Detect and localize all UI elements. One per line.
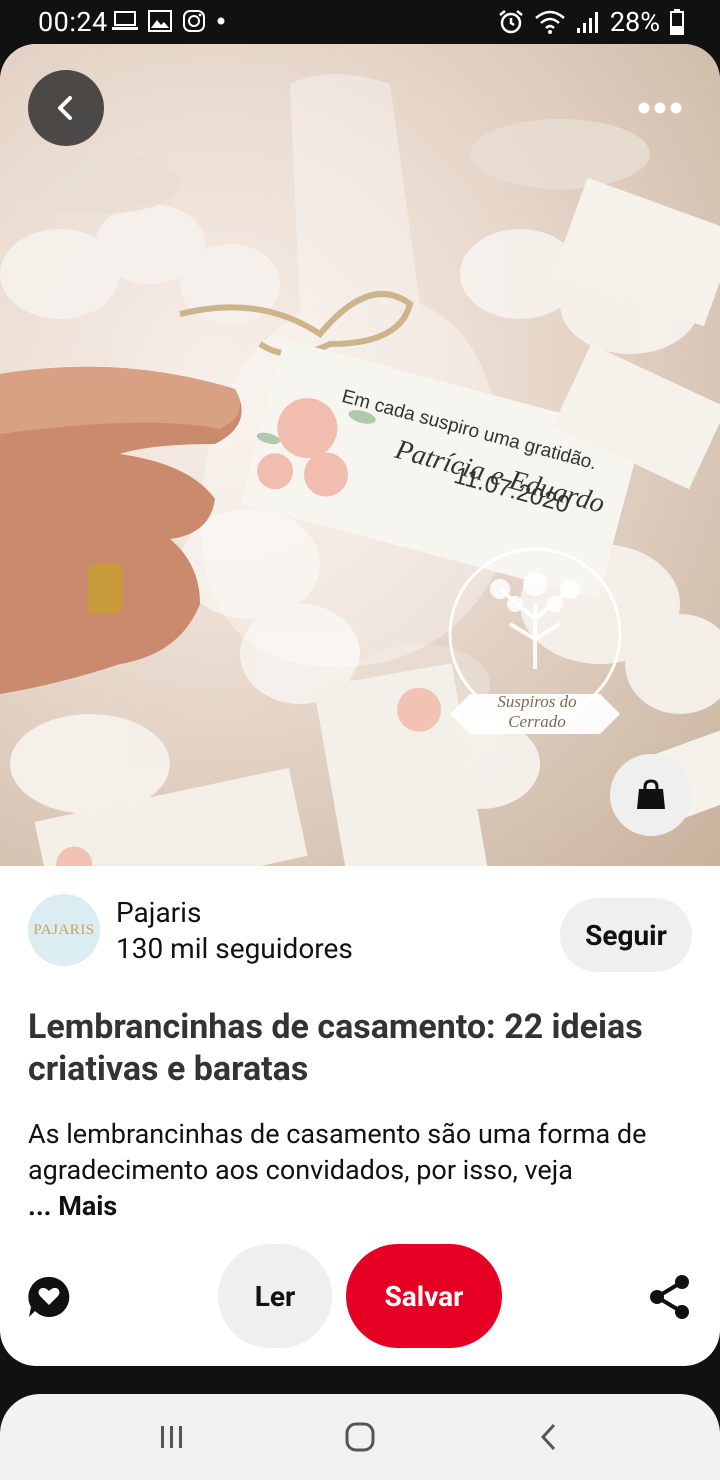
recent-apps-button[interactable] xyxy=(152,1420,192,1454)
share-icon xyxy=(650,1275,689,1319)
pin-description-text: As lembrancinhas de casamento são uma fo… xyxy=(28,1118,647,1186)
chevron-left-icon xyxy=(58,96,72,120)
battery-percent: 28% xyxy=(609,6,660,38)
laptop-icon xyxy=(112,11,138,30)
author-row: PAJARIS Pajaris 130 mil seguidores Segui… xyxy=(28,894,692,974)
signal-icon xyxy=(576,12,598,33)
save-button[interactable]: Salvar xyxy=(346,1244,502,1348)
status-time: 00:24 xyxy=(38,6,108,38)
status-right-icons: 28% xyxy=(498,6,684,38)
system-navigation-bar xyxy=(0,1394,720,1480)
more-dots-icon xyxy=(638,102,682,114)
share-button[interactable] xyxy=(648,1274,692,1320)
pin-image[interactable]: Em cada suspiro uma gratidão. Patrícia e… xyxy=(0,44,720,866)
image-icon xyxy=(148,10,172,32)
status-bar: 00:24 28% xyxy=(0,0,720,44)
shop-button[interactable] xyxy=(610,754,692,836)
comment-heart-icon xyxy=(28,1276,70,1317)
back-arrow-icon xyxy=(540,1423,556,1451)
battery-icon xyxy=(670,9,684,35)
author-name[interactable]: Pajaris xyxy=(116,896,201,929)
action-bar: Ler Salvar xyxy=(0,1242,720,1352)
more-link[interactable]: ... Mais xyxy=(28,1190,117,1222)
recent-apps-icon xyxy=(161,1426,182,1448)
alarm-icon xyxy=(499,10,523,34)
pin-image-art xyxy=(0,74,720,866)
system-back-button[interactable] xyxy=(528,1420,568,1454)
back-button[interactable] xyxy=(28,70,104,146)
dot-icon xyxy=(217,17,225,25)
instagram-icon xyxy=(183,10,205,32)
status-left-icons xyxy=(112,9,226,33)
home-button[interactable] xyxy=(340,1420,380,1454)
pin-description: As lembrancinhas de casamento são uma fo… xyxy=(28,1116,700,1224)
author-followers: 130 mil seguidores xyxy=(116,932,353,965)
follow-button[interactable]: Seguir xyxy=(560,898,692,972)
avatar[interactable]: PAJARIS xyxy=(28,894,100,966)
read-button[interactable]: Ler xyxy=(218,1244,332,1348)
comment-button[interactable] xyxy=(26,1274,72,1320)
pin-card: Em cada suspiro uma gratidão. Patrícia e… xyxy=(0,44,720,1366)
watermark-text: Suspiros do Cerrado xyxy=(497,692,577,731)
shopping-bag-icon xyxy=(637,779,665,809)
wifi-icon xyxy=(535,10,565,34)
home-icon xyxy=(345,1422,375,1452)
pin-title: Lembrancinhas de casamento: 22 ideias cr… xyxy=(28,1007,643,1089)
more-options-button[interactable] xyxy=(628,78,692,138)
